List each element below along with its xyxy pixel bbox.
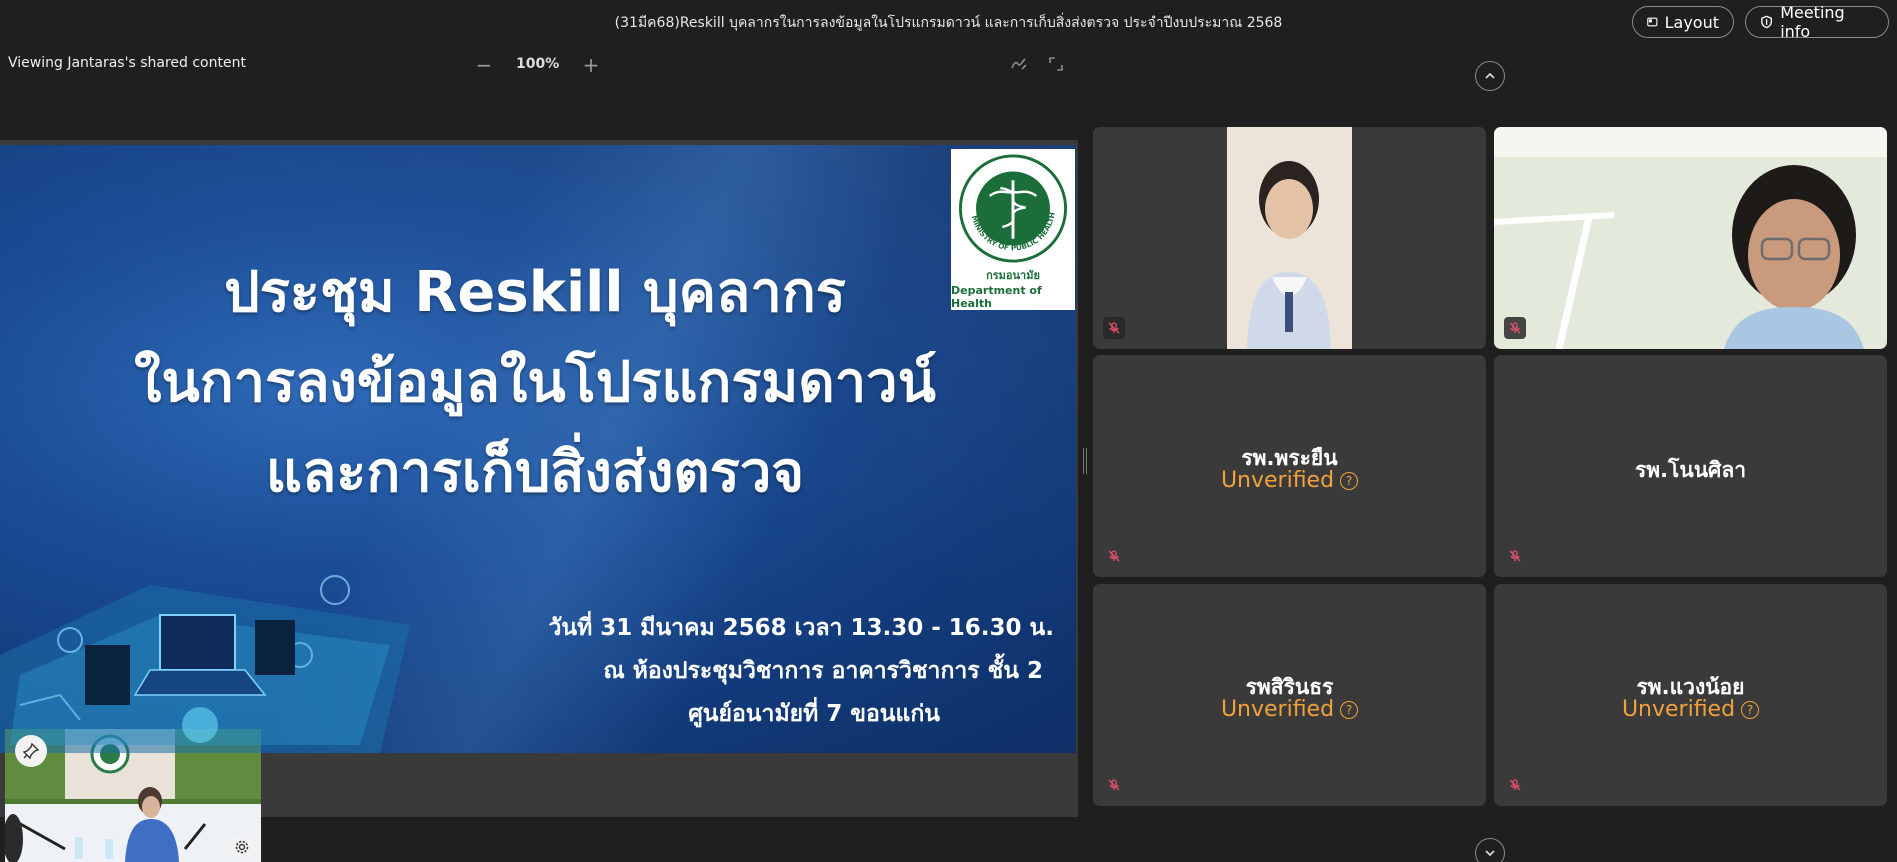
unverified-status: Unverified ?	[1093, 697, 1486, 722]
unverified-status: Unverified ?	[1093, 468, 1486, 493]
muted-mic-icon	[1103, 317, 1125, 339]
fullscreen-icon[interactable]	[1045, 53, 1067, 75]
slide-center-line: ศูนย์อนามัยที่ 7 ขอนแก่น	[688, 701, 940, 727]
pin-icon	[22, 742, 40, 760]
unverified-label: Unverified	[1220, 468, 1335, 493]
muted-mic-icon	[1504, 317, 1526, 339]
participant-tile[interactable]: รพ.แวงน้อย Unverified ?	[1494, 584, 1887, 806]
annotate-icon[interactable]	[1008, 53, 1030, 75]
help-icon[interactable]: ?	[1340, 471, 1359, 490]
participant-tile[interactable]	[1494, 127, 1887, 349]
shared-content-area: MINISTRY OF PUBLIC HEALTH กรมอนามัย Depa…	[0, 140, 1078, 817]
viewing-label: Viewing Jantaras's shared content	[8, 55, 246, 71]
layout-icon	[1647, 17, 1658, 27]
pin-button[interactable]	[15, 735, 47, 767]
participant-tile[interactable]: รพ.พระยืน Unverified ?	[1093, 355, 1486, 577]
muted-mic-icon	[1504, 774, 1526, 796]
panel-resize-handle[interactable]	[1083, 448, 1087, 474]
slide-title-line-3: และการเก็บสิ่งส่งตรวจ	[265, 440, 805, 505]
help-icon[interactable]: ?	[1340, 700, 1359, 719]
participant-video-scene	[1494, 127, 1887, 349]
unverified-status: Unverified ?	[1494, 697, 1887, 722]
participant-tile[interactable]: รพ.โนนศิลา	[1494, 355, 1887, 577]
unverified-label: Unverified	[1621, 697, 1736, 722]
layout-label: Layout	[1664, 12, 1719, 32]
zoom-out-button[interactable]: −	[471, 52, 497, 78]
layout-button[interactable]: Layout	[1632, 6, 1734, 38]
participant-video	[1494, 127, 1887, 349]
participant-tile[interactable]: รพสิรินธร Unverified ?	[1093, 584, 1486, 806]
participant-video	[1227, 127, 1352, 349]
help-icon[interactable]: ?	[1741, 700, 1760, 719]
settings-button[interactable]	[229, 834, 255, 860]
meeting-title: (31มีค68)Reskill บุคลากรในการลงข้อมูลในโ…	[614, 15, 1283, 31]
slide-venue-line: ณ ห้องประชุมวิชาการ อาคารวิชาการ ชั้น 2	[603, 658, 1043, 684]
participant-video-scene	[1227, 127, 1352, 349]
chevron-down-icon	[1485, 850, 1495, 857]
zoom-in-button[interactable]: +	[578, 52, 604, 78]
share-toolbar: Viewing Jantaras's shared content − 100%…	[0, 44, 1078, 84]
participant-name: รพ.โนนศิลา	[1634, 458, 1747, 482]
meeting-info-label: Meeting info	[1780, 3, 1845, 41]
technology-illustration	[0, 575, 410, 753]
participant-tile[interactable]	[1093, 127, 1486, 349]
presentation-slide: MINISTRY OF PUBLIC HEALTH กรมอนามัย Depa…	[0, 145, 1076, 753]
unverified-label: Unverified	[1220, 697, 1335, 722]
gallery-scroll-down-button[interactable]	[1475, 838, 1505, 862]
meeting-info-button[interactable]: Meeting info	[1745, 3, 1889, 41]
meeting-window: (31มีค68)Reskill บุคลากรในการลงข้อมูลในโ…	[0, 0, 1897, 862]
zoom-level: 100%	[516, 56, 560, 72]
gallery-scroll-up-button[interactable]	[1475, 61, 1505, 91]
chevron-up-icon	[1485, 72, 1495, 79]
slide-date-line: วันที่ 31 มีนาคม 2568 เวลา 13.30 - 16.30…	[548, 615, 1054, 641]
slide-title-line-1: ประชุม Reskill บุคลากร	[224, 260, 846, 325]
muted-mic-icon	[1504, 545, 1526, 567]
muted-mic-icon	[1103, 774, 1125, 796]
gear-icon	[235, 840, 249, 854]
muted-mic-icon	[1103, 545, 1125, 567]
shield-icon	[1761, 15, 1772, 29]
slide-title-line-2: ในการลงข้อมูลในโปรแกรมดาวน์	[134, 350, 936, 415]
